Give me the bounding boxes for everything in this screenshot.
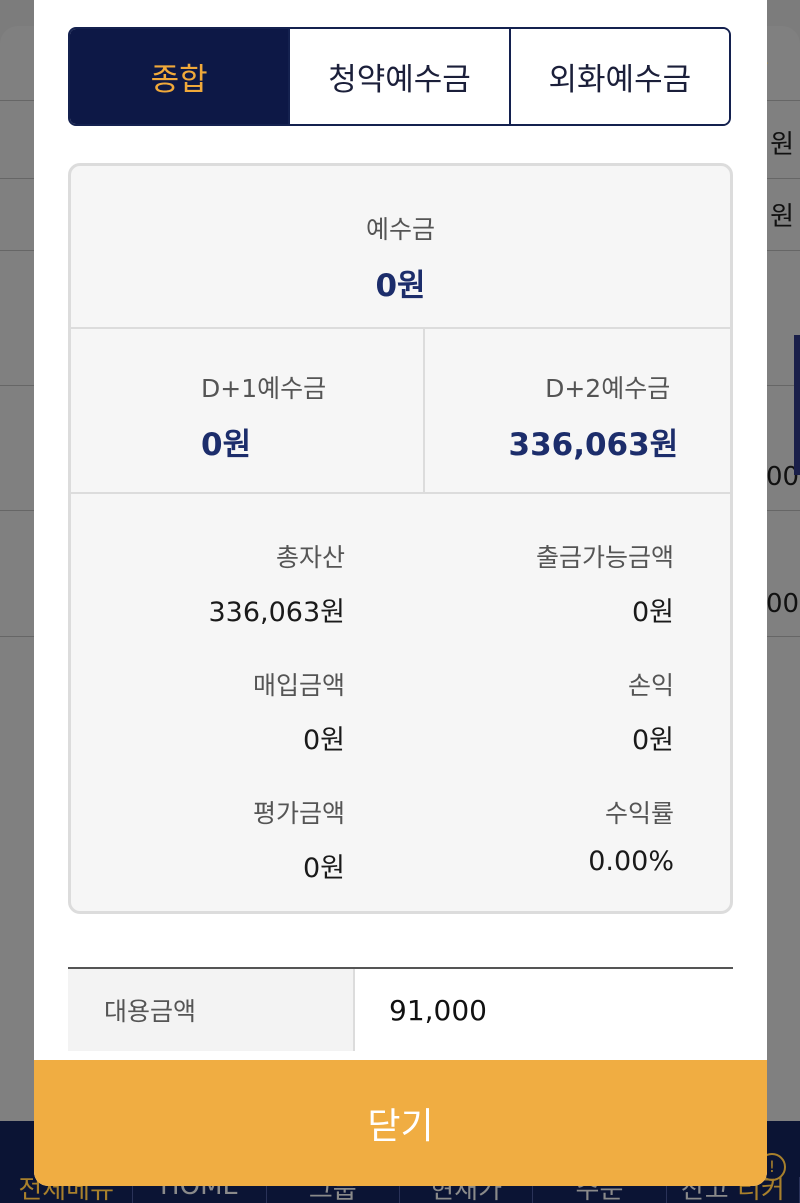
asset-row: 평가금액 0원 수익률 0.00% [71,794,730,911]
close-button[interactable]: 닫기 [34,1060,767,1186]
tab-subscription-deposit[interactable]: 청약예수금 [288,29,509,124]
d2-label: D+2예수금 [545,374,671,403]
valuation-amount: 평가금액 0원 [71,794,400,911]
summary-panel: 예수금 0원 D+1예수금 0원 D+2예수금 336,063원 총자산 336… [68,163,733,914]
return-rate: 수익률 0.00% [400,794,730,911]
asset-row: 매입금액 0원 손익 0원 [71,666,730,794]
substitute-label: 대용금액 [68,969,355,1051]
valuation-value: 0원 [302,853,345,884]
deposit-value: 0원 [375,268,426,304]
d2-cell: D+2예수금 336,063원 [422,329,731,492]
withdrawable-value: 0원 [631,597,674,628]
substitute-row: 대용금액 91,000 [68,967,733,1051]
total-assets-value: 336,063원 [208,597,346,628]
background-strip [794,335,800,475]
substitute-value: 91,000 [389,993,487,1027]
asset-row: 총자산 336,063원 출금가능금액 0원 [71,538,730,666]
d1-cell: D+1예수금 0원 [71,329,423,492]
valuation-label: 평가금액 [252,799,345,828]
background-edge-text: 원 [770,130,794,160]
d1-label: D+1예수금 [201,374,327,403]
profit-loss: 손익 0원 [400,666,730,794]
asset-grid: 총자산 336,063원 출금가능금액 0원 매입금액 0원 손익 0원 평가금… [71,494,730,911]
total-assets: 총자산 336,063원 [71,538,400,666]
return-rate-value: 0.00% [588,846,674,877]
profit-loss-value: 0원 [631,725,674,756]
d2-value: 336,063원 [508,427,679,463]
withdrawable-label: 출금가능금액 [535,543,674,572]
purchase-label: 매입금액 [252,671,345,700]
tab-summary[interactable]: 종합 [70,29,289,124]
total-assets-label: 총자산 [275,543,345,572]
return-rate-label: 수익률 [604,799,674,828]
deposit-label: 예수금 [365,215,435,244]
profit-loss-label: 손익 [627,671,674,700]
settlement-section: D+1예수금 0원 D+2예수금 336,063원 [71,329,730,494]
background-edge-text: 원 [770,202,794,232]
withdrawable-amount: 출금가능금액 0원 [400,538,730,666]
deposit-section: 예수금 0원 [71,166,730,329]
tab-bar: 종합 청약예수금 외화예수금 [68,27,731,126]
purchase-value: 0원 [302,725,345,756]
d1-value: 0원 [201,427,252,463]
purchase-amount: 매입금액 0원 [71,666,400,794]
background-edge-text: 00 [766,589,800,619]
tab-foreign-deposit[interactable]: 외화예수금 [508,29,729,124]
deposit-modal: 종합 청약예수금 외화예수금 예수금 0원 D+1예수금 0원 D+2예수금 3… [34,0,767,1186]
